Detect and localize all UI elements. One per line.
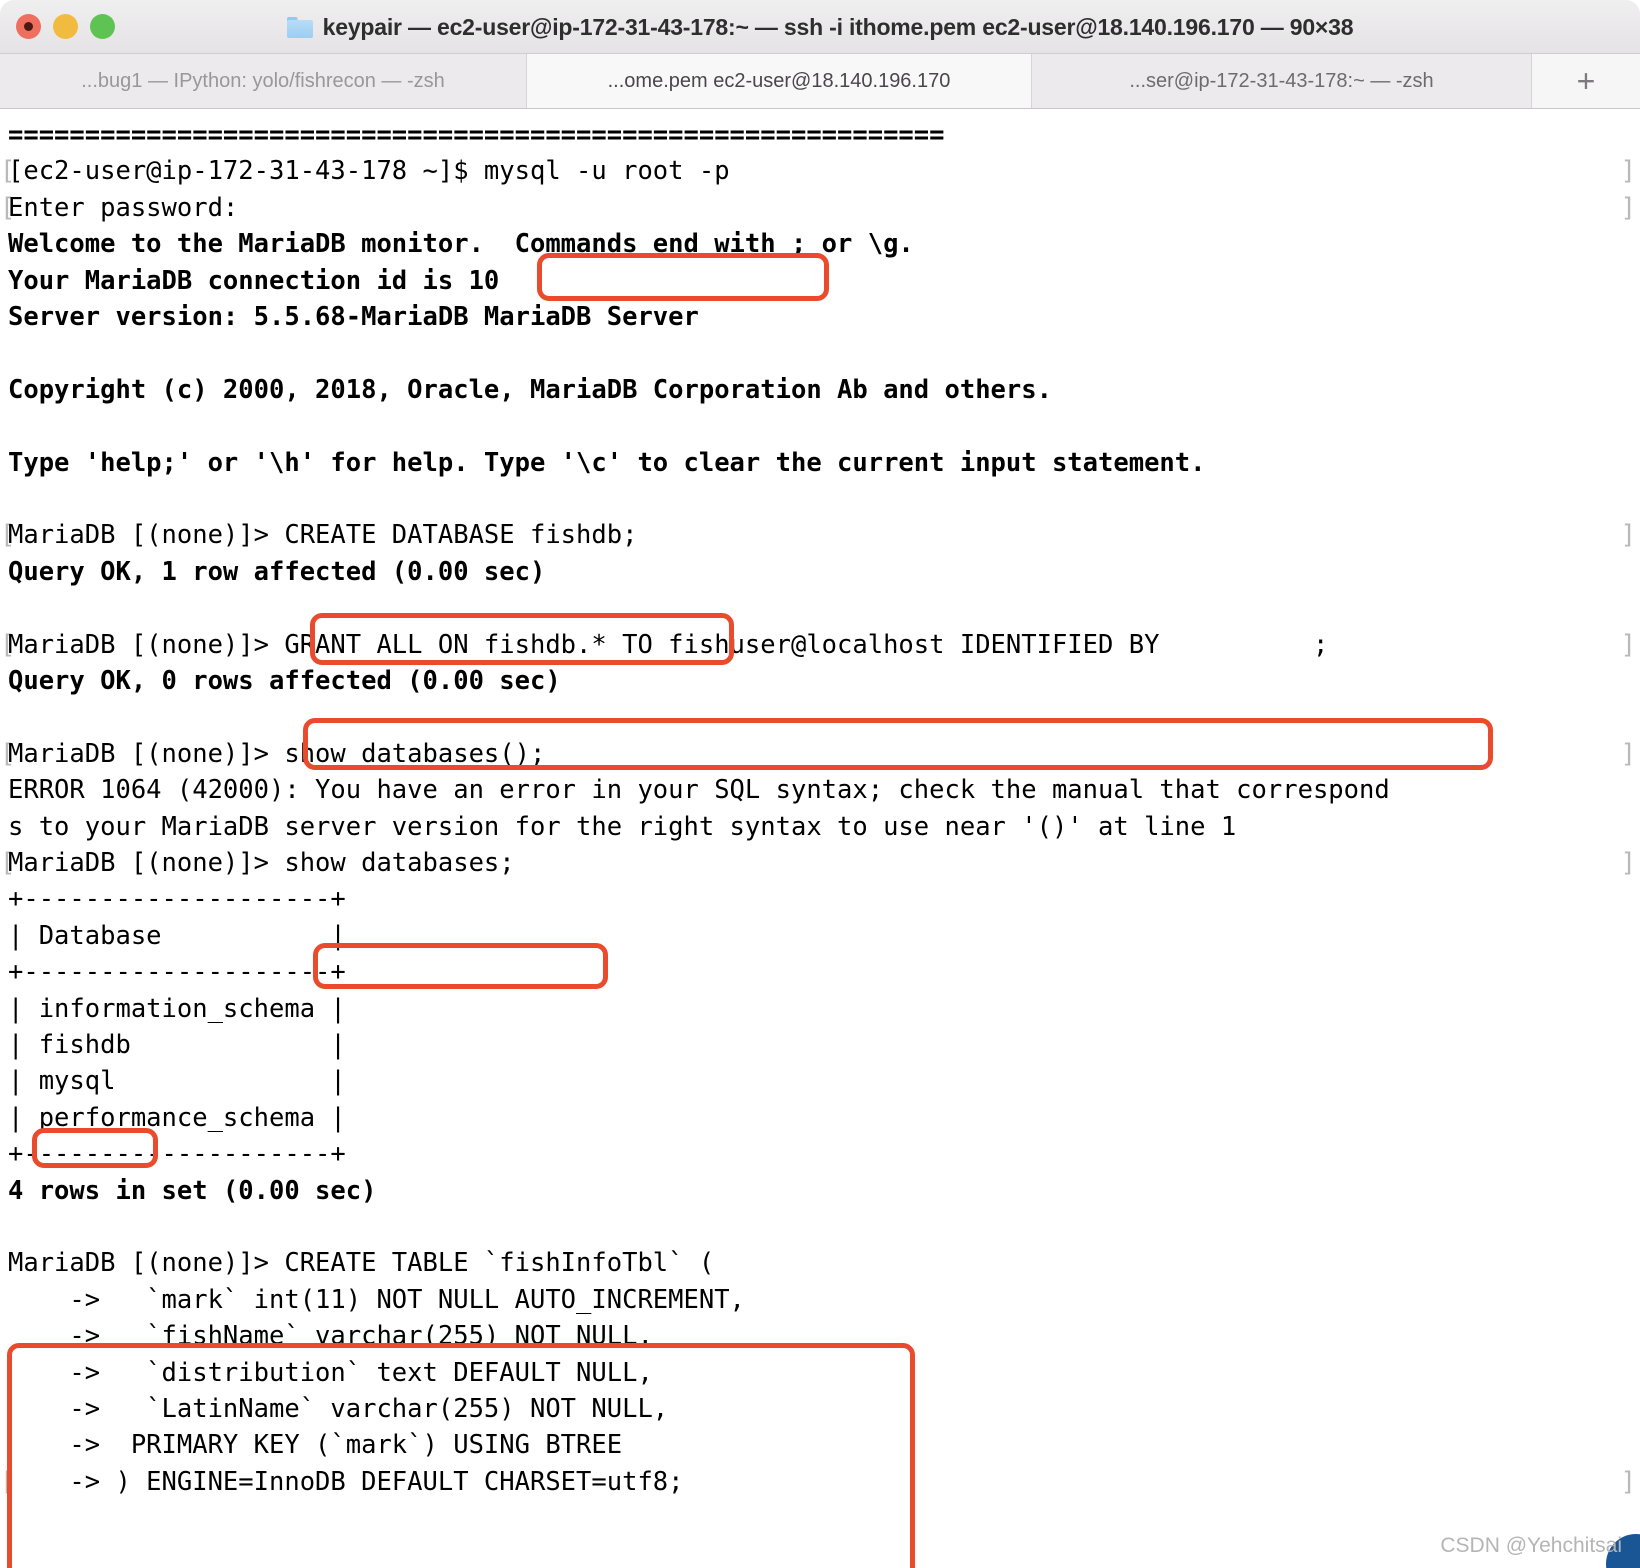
terminal-line: -> PRIMARY KEY (`mark`) USING BTREE <box>8 1430 623 1461</box>
terminal-line: -> `distribution` text DEFAULT NULL, <box>8 1357 653 1388</box>
maximize-button[interactable] <box>90 14 115 39</box>
terminal-line: Welcome to the MariaDB monitor. Commands… <box>8 229 914 260</box>
prompt-end-marker: ] <box>1620 156 1636 187</box>
terminal-line: ERROR 1064 (42000): You have an error in… <box>8 775 1390 806</box>
terminal-line: Type 'help;' or '\h' for help. Type '\c'… <box>8 447 1206 478</box>
highlight-box-show-databases-cmd <box>313 943 608 989</box>
tab-ipython-fishrecon[interactable]: ...bug1 — IPython: yolo/fishrecon — -zsh <box>0 54 527 108</box>
prompt-end-marker: ] <box>1620 520 1636 551</box>
terminal-line: MariaDB [(none)]> show databases; <box>8 848 515 878</box>
terminal-body[interactable]: ========================================… <box>0 110 1640 1568</box>
terminal-line: Copyright (c) 2000, 2018, Oracle, MariaD… <box>8 374 1052 405</box>
traffic-light-group <box>16 14 115 39</box>
terminal-line: MariaDB [(none)]> CREATE TABLE `fishInfo… <box>8 1248 715 1279</box>
new-tab-button[interactable]: + <box>1532 54 1640 108</box>
minimize-button[interactable] <box>53 14 78 39</box>
folder-icon <box>286 16 313 38</box>
terminal-line: Your MariaDB connection id is 10 <box>8 265 500 296</box>
terminal-line: Enter password: <box>8 192 239 223</box>
terminal-line: | performance_schema | <box>8 1102 346 1133</box>
terminal-line: -> `mark` int(11) NOT NULL AUTO_INCREMEN… <box>8 1284 745 1315</box>
prompt-end-marker: ] <box>1620 738 1636 769</box>
terminal-line: MariaDB [(none)]> GRANT ALL ON fishdb.* … <box>8 629 1329 660</box>
terminal-window: keypair — ec2-user@ip-172-31-43-178:~ — … <box>0 0 1640 1568</box>
terminal-line: -> `LatinName` varchar(255) NOT NULL, <box>8 1394 669 1424</box>
prompt-end-marker: ] <box>1620 629 1636 660</box>
terminal-line: | fishdb | <box>8 1030 346 1060</box>
window-titlebar: keypair — ec2-user@ip-172-31-43-178:~ — … <box>0 0 1640 54</box>
prompt-end-marker: ] <box>1620 1466 1636 1497</box>
tab-ssh-ithome-pem[interactable]: ...ome.pem ec2-user@18.140.196.170 <box>527 54 1032 108</box>
terminal-line: s to your MariaDB server version for the… <box>8 811 1237 842</box>
terminal-line: +--------------------+ <box>8 884 346 915</box>
terminal-line: | Database | <box>8 920 346 951</box>
terminal-line: -> ) ENGINE=InnoDB DEFAULT CHARSET=utf8; <box>8 1466 684 1497</box>
tab-bar: ...bug1 — IPython: yolo/fishrecon — -zsh… <box>0 54 1640 109</box>
close-button[interactable] <box>16 14 41 39</box>
terminal-line: | information_schema | <box>8 993 346 1024</box>
window-title-group: keypair — ec2-user@ip-172-31-43-178:~ — … <box>0 0 1640 54</box>
prompt-end-marker: ] <box>1620 848 1636 878</box>
terminal-line: Query OK, 0 rows affected (0.00 sec) <box>8 666 561 696</box>
terminal-line: | mysql | <box>8 1066 346 1097</box>
watermark: CSDN @Yehchitsai <box>1440 1534 1622 1557</box>
terminal-line: MariaDB [(none)]> show databases(); <box>8 738 546 769</box>
terminal-line: 4 rows in set (0.00 sec) <box>8 1175 377 1206</box>
terminal-line: [ec2-user@ip-172-31-43-178 ~]$ mysql -u … <box>8 156 730 187</box>
terminal-line: -> `fishName` varchar(255) NOT NULL, <box>8 1321 653 1352</box>
prompt-end-marker: ] <box>1620 192 1636 223</box>
terminal-line: +--------------------+ <box>8 1139 346 1170</box>
window-title: keypair — ec2-user@ip-172-31-43-178:~ — … <box>322 13 1354 40</box>
tab-ec2-user-zsh[interactable]: ...ser@ip-172-31-43-178:~ — -zsh <box>1032 54 1532 108</box>
terminal-line: ========================================… <box>8 120 945 150</box>
terminal-line: +--------------------+ <box>8 957 346 988</box>
terminal-line: Query OK, 1 row affected (0.00 sec) <box>8 556 546 587</box>
terminal-line: Server version: 5.5.68-MariaDB MariaDB S… <box>8 302 699 332</box>
terminal-line: MariaDB [(none)]> CREATE DATABASE fishdb… <box>8 520 638 551</box>
